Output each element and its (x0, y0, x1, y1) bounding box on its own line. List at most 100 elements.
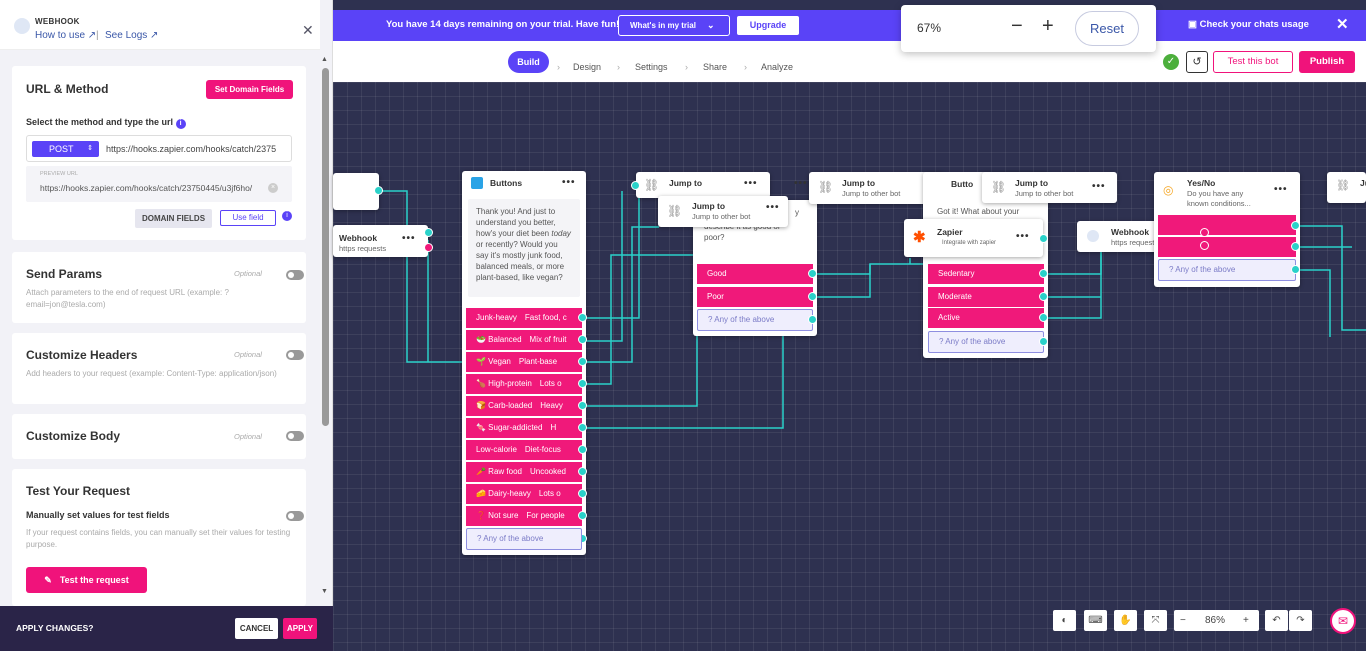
reset-zoom-button[interactable]: Reset (1075, 11, 1139, 46)
connection-port[interactable] (1291, 242, 1300, 251)
connector (583, 254, 697, 385)
option-poor[interactable]: Poor (697, 287, 813, 307)
connection-port-error[interactable] (1200, 228, 1209, 237)
partial-node-left[interactable] (333, 173, 379, 210)
option-row[interactable]: 🍗 High-protein Lots o (466, 374, 582, 394)
node-title: Buttons (490, 178, 523, 188)
connector (814, 263, 928, 275)
connection-port[interactable] (578, 335, 587, 344)
option-good[interactable]: Good (697, 264, 813, 284)
node-title: Jump to (842, 178, 876, 188)
option-description: Fast food, c (524, 313, 567, 322)
contrast-icon[interactable]: ◐ (1053, 610, 1076, 631)
connection-port-error[interactable] (424, 243, 433, 252)
any-of-above-option[interactable]: ? Any of the above (928, 331, 1044, 353)
link-icon: ⛓ (818, 180, 834, 194)
connection-port[interactable] (578, 313, 587, 322)
node-title: Jump to (692, 201, 726, 211)
zoom-out-button[interactable]: − (1180, 610, 1186, 631)
jump-to-node-4[interactable]: ⛓ Jump to Jump to other bot ••• (982, 172, 1117, 203)
zoom-in-button[interactable]: + (1243, 610, 1249, 631)
more-options-icon[interactable]: ••• (744, 178, 758, 189)
option-description: For people (526, 511, 565, 520)
fit-screen-icon[interactable]: ⤧ (1144, 610, 1167, 631)
connection-port[interactable] (631, 181, 640, 190)
connection-port[interactable] (578, 357, 587, 366)
partial-node-right[interactable]: ⛓ Ju (1327, 172, 1366, 203)
chat-support-icon[interactable]: ✉ (1330, 608, 1356, 634)
option-label: 🍞 Carb-loaded (476, 401, 533, 410)
yes-no-node[interactable]: ◎ Yes/No Do you have any known condition… (1154, 172, 1300, 287)
connection-port[interactable] (578, 445, 587, 454)
option-row[interactable]: 🥗 Balanced Mix of fruit (466, 330, 582, 350)
link-icon: ⛓ (991, 180, 1007, 194)
option-row[interactable]: 🥕 Raw food Uncooked (466, 462, 582, 482)
help-circle-icon: ? (708, 315, 713, 324)
keyboard-icon[interactable]: ⌨ (1084, 610, 1107, 631)
connector (583, 314, 698, 407)
any-of-above-option[interactable]: ? Any of the above (697, 309, 813, 331)
connection-port[interactable] (578, 401, 587, 410)
any-of-above-option[interactable]: ? Any of the above (1158, 259, 1296, 281)
zapier-node[interactable]: ✱ Zapier Integrate with zapier ••• (904, 219, 1043, 257)
option-row[interactable]: 🍬 Sugar-addicted H (466, 418, 582, 438)
option-row[interactable]: 🧀 Dairy-heavy Lots o (466, 484, 582, 504)
option-label: Junk-heavy (476, 313, 517, 322)
option-row[interactable]: ❓ Not sure For people (466, 506, 582, 526)
redo-icon[interactable]: ↷ (1289, 610, 1312, 631)
option-row[interactable]: 🍞 Carb-loaded Heavy (466, 396, 582, 416)
more-options-icon[interactable]: ••• (402, 233, 416, 244)
option-row[interactable]: Low-calorie Diet-focus (466, 440, 582, 460)
option-label: ❓ Not sure (476, 511, 519, 520)
connection-port[interactable] (1039, 292, 1048, 301)
connection-port[interactable] (1291, 265, 1300, 274)
option-active[interactable]: Active (928, 308, 1044, 328)
any-of-above-option[interactable]: ? Any of the above (466, 528, 582, 550)
more-options-icon[interactable]: ••• (1092, 181, 1106, 192)
zoom-out-button[interactable]: − (1011, 15, 1023, 38)
option-sedentary[interactable]: Sedentary (928, 264, 1044, 284)
connection-port[interactable] (578, 489, 587, 498)
connection-port[interactable] (424, 228, 433, 237)
more-options-icon[interactable]: ••• (1274, 184, 1288, 195)
more-options-icon[interactable]: ••• (766, 202, 780, 213)
node-subtitle: Jump to other bot (1015, 189, 1074, 198)
connection-port[interactable] (578, 379, 587, 388)
option-description: Plant-base (518, 357, 558, 366)
option-yes[interactable] (1158, 215, 1296, 235)
option-label: 🥕 Raw food (476, 467, 522, 476)
option-description: Lots o (538, 489, 561, 498)
undo-icon[interactable]: ↶ (1265, 610, 1288, 631)
connection-port-error[interactable] (1200, 241, 1209, 250)
connection-port[interactable] (578, 423, 587, 432)
connection-port[interactable] (374, 186, 383, 195)
node-subtitle: Do you have any known conditions... (1187, 189, 1251, 208)
connection-port[interactable] (1039, 269, 1048, 278)
jump-to-node[interactable]: ⛓ Jump to ••• (636, 172, 770, 198)
connection-port[interactable] (578, 467, 587, 476)
more-options-icon[interactable]: ••• (562, 177, 576, 188)
connection-port[interactable] (808, 269, 817, 278)
option-label: Low-calorie (476, 445, 517, 454)
option-row[interactable]: 🌱 Vegan Plant-base (466, 352, 582, 372)
option-moderate[interactable]: Moderate (928, 287, 1044, 307)
zoom-in-button[interactable]: + (1042, 15, 1054, 38)
connection-port[interactable] (808, 315, 817, 324)
node-title: Jump to (669, 178, 703, 188)
option-no[interactable] (1158, 237, 1296, 257)
webhook-node-left[interactable]: Webhook https requests ••• (333, 225, 428, 257)
node-subtitle: Jump to other bot (842, 189, 901, 198)
connection-port[interactable] (578, 511, 587, 520)
option-description: Uncooked (529, 467, 567, 476)
jump-to-node-overlay[interactable]: ⛓ Jump to Jump to other bot ••• (658, 196, 788, 227)
connection-port[interactable] (1039, 337, 1048, 346)
connection-port[interactable] (1291, 221, 1300, 230)
hand-icon[interactable]: ✋ (1114, 610, 1137, 631)
more-options-icon[interactable]: ••• (794, 178, 808, 189)
yes-no-icon: ◎ (1163, 183, 1174, 197)
connection-port[interactable] (1039, 313, 1048, 322)
more-options-icon[interactable]: ••• (1016, 231, 1030, 242)
option-row[interactable]: Junk-heavy Fast food, c (466, 308, 582, 328)
connection-port[interactable] (808, 292, 817, 301)
connection-port[interactable] (1039, 234, 1048, 243)
